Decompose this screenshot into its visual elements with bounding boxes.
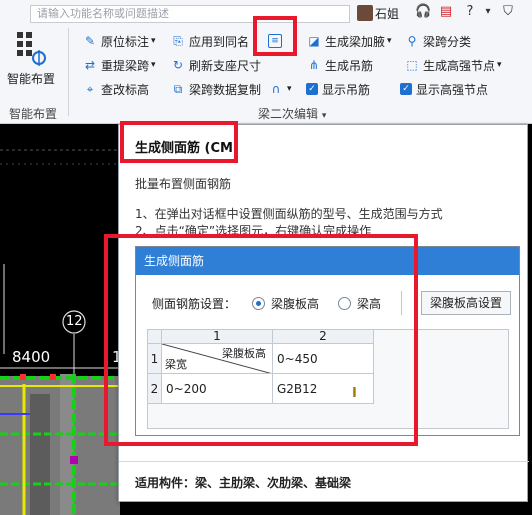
headset-icon[interactable]: 🎧 [415, 4, 431, 20]
in-place-label-icon: ✎ [84, 34, 96, 48]
chevron-down-icon[interactable]: ▾ [151, 36, 156, 46]
username[interactable]: 石姐 [375, 5, 399, 22]
smart-layout-icon [17, 32, 46, 66]
span-class-icon: ⚲ [407, 34, 417, 48]
group-label-edit: 梁二次编辑 ▾ [258, 107, 327, 121]
axis-label: 12 [66, 314, 83, 329]
highlight-frame-title [120, 121, 238, 163]
checkbox-checked-icon: ✓ [306, 83, 318, 95]
group-separator [68, 28, 69, 116]
hook-icon: ∩ [271, 82, 281, 96]
highlight-frame-dialog [104, 234, 418, 446]
calendar-icon[interactable]: ▤ [438, 4, 454, 20]
repick-span-icon: ⇄ [84, 58, 96, 72]
highlight-frame-icon [253, 16, 297, 56]
divider [119, 461, 529, 462]
apply-same-name-icon: ⎘ [173, 33, 183, 48]
chevron-down-icon[interactable]: ▾ [387, 36, 392, 46]
dimension-text: 8400 [12, 348, 51, 366]
gen-haunch-icon: ◪ [308, 34, 320, 48]
check-elevation-icon: ⌖ [86, 81, 94, 96]
apply-same-name-button[interactable]: ⎘ 应用到同名 [170, 32, 249, 50]
check-elevation-button[interactable]: ⌖ 查改标高 [82, 80, 149, 98]
tooltip-step: 1、在弹出对话框中设置侧面纵筋的型号、生成范围与方式 [135, 207, 443, 221]
chevron-down-icon[interactable]: ▾ [497, 60, 502, 70]
refresh-support-icon: ↻ [172, 58, 184, 72]
gen-hanger-button[interactable]: ⋔ 生成吊筋 [306, 56, 373, 74]
in-place-label-button[interactable]: ✎ 原位标注 ▾ [82, 32, 156, 50]
tooltip-applicable: 适用构件：梁、主肋梁、次肋梁、基础梁 [135, 476, 352, 490]
help-icon[interactable]: ? [462, 4, 478, 20]
span-copy-icon: ⧉ [173, 81, 183, 96]
show-hanger-checkbox[interactable]: ✓ 显示吊筋 [306, 80, 370, 98]
hook-tool-button[interactable]: ∩ ▾ [268, 80, 292, 98]
checkbox-checked-icon: ✓ [400, 83, 412, 95]
show-high-strength-checkbox[interactable]: ✓ 显示高强节点 [400, 80, 488, 98]
gen-hanger-icon: ⋔ [308, 58, 320, 72]
span-class-button[interactable]: ⚲ 梁跨分类 [404, 32, 471, 50]
smart-layout-label: 智能布置 [6, 72, 55, 86]
smart-layout-button[interactable]: 智能布置 [0, 28, 62, 88]
gen-high-strength-icon: ⬚ [406, 58, 418, 72]
shirt-icon[interactable]: ⛉ [500, 4, 516, 20]
gen-high-strength-button[interactable]: ⬚ 生成高强节点 ▾ [404, 56, 502, 74]
chevron-down-icon[interactable]: ▾ [151, 60, 156, 70]
web-height-settings-button[interactable]: 梁腹板高设置 [421, 291, 511, 315]
chevron-down-icon[interactable]: ▾ [322, 111, 327, 121]
gen-haunch-button[interactable]: ◪ 生成梁加腋 ▾ [306, 32, 392, 50]
refresh-support-button[interactable]: ↻ 刷新支座尺寸 [170, 56, 261, 74]
span-copy-button[interactable]: ⧉ 梁跨数据复制 [170, 80, 261, 98]
chevron-down-icon[interactable]: ▾ [287, 84, 292, 94]
dropdown-icon[interactable]: ▾ [480, 4, 496, 20]
avatar[interactable] [357, 5, 373, 21]
group-label-smart: 智能布置 [9, 107, 58, 121]
tooltip-description: 批量布置侧面钢筋 [135, 177, 232, 191]
search-input[interactable]: 请输入功能名称或问题描述 [30, 5, 350, 23]
repick-span-button[interactable]: ⇄ 重提梁跨 ▾ [82, 56, 156, 74]
